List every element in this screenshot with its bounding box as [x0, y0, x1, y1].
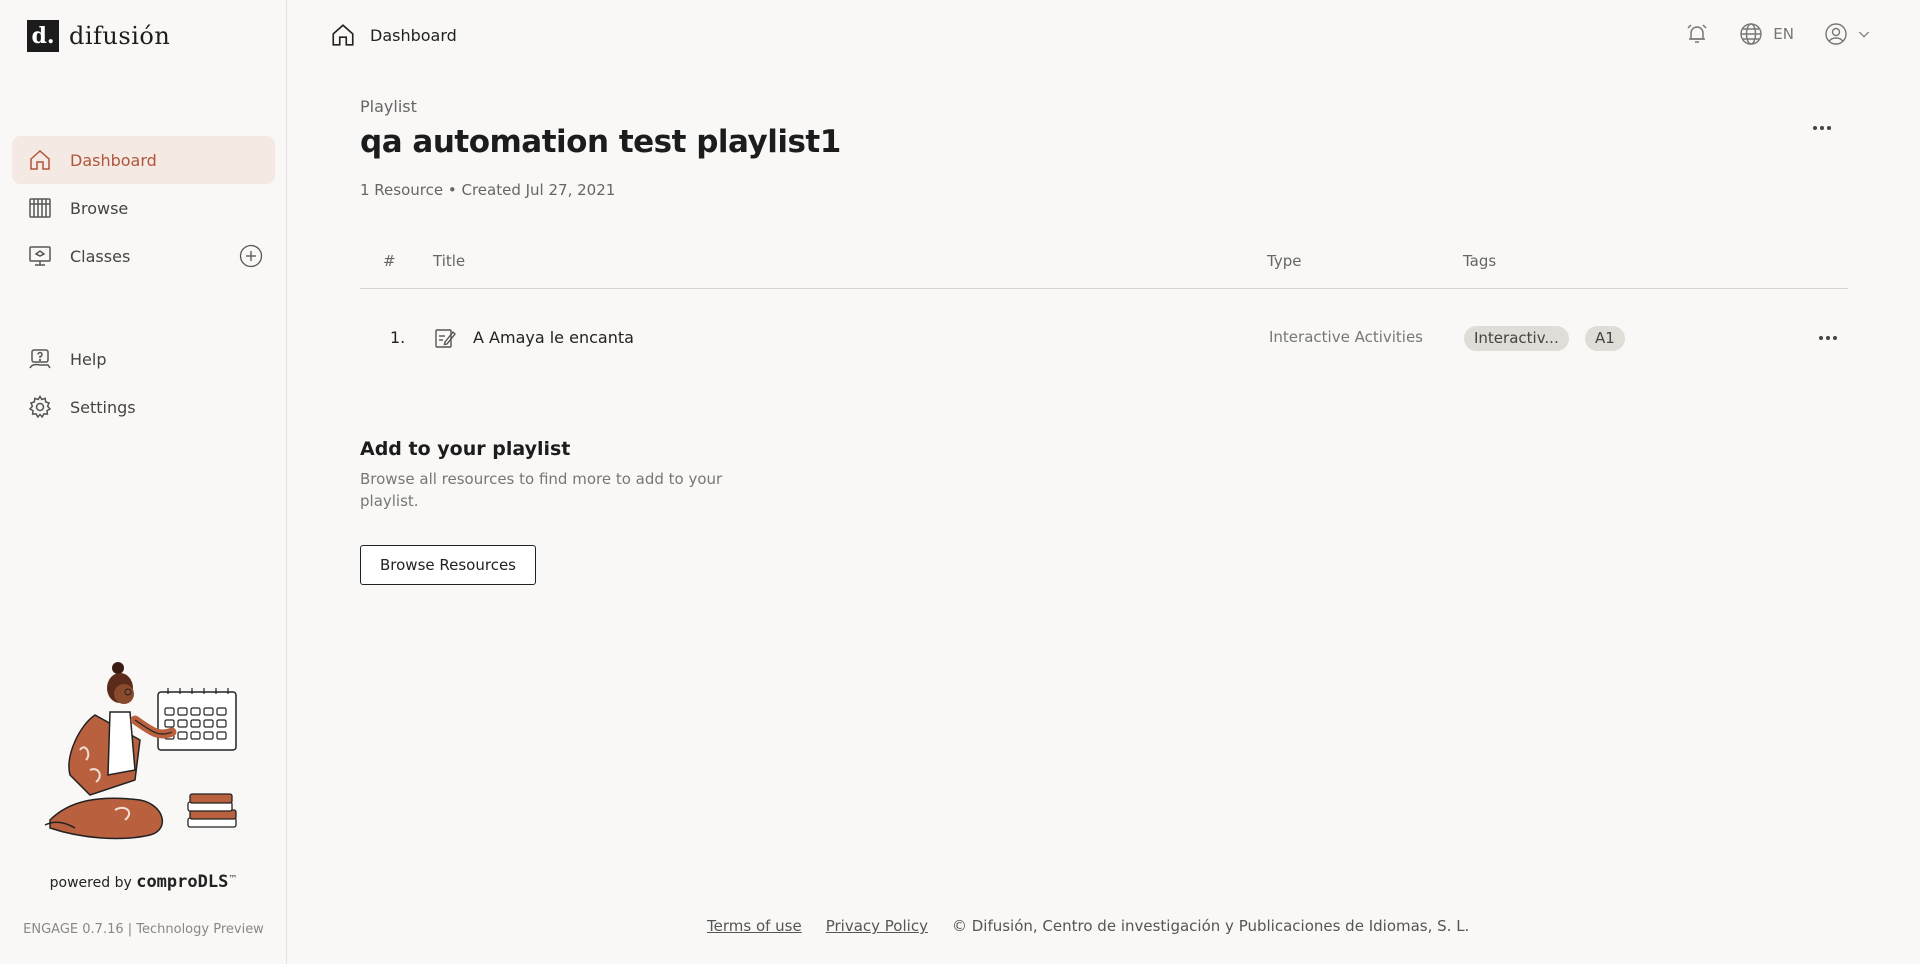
page-title: qa automation test playlist1: [360, 124, 841, 160]
sidebar-item-label: Help: [70, 349, 107, 369]
row-number: 1.: [390, 328, 406, 347]
classroom-icon: [29, 246, 51, 266]
user-avatar-icon: [1825, 23, 1847, 45]
section-label: Playlist: [360, 97, 417, 116]
sidebar-item-help[interactable]: Help: [12, 335, 275, 383]
footer: Terms of use Privacy Policy © Difusión, …: [707, 917, 1469, 935]
row-more-options-icon[interactable]: [1816, 326, 1840, 350]
account-menu[interactable]: [1824, 22, 1872, 46]
sidebar-item-label: Browse: [70, 198, 129, 218]
resource-title[interactable]: A Amaya le encanta: [473, 328, 634, 347]
home-icon[interactable]: [330, 22, 356, 48]
column-tags: Tags: [1463, 252, 1497, 270]
column-title: Title: [433, 252, 466, 270]
playlist-meta: 1 Resource • Created Jul 27, 2021: [360, 181, 616, 199]
tag-badge: A1: [1585, 326, 1625, 351]
column-type: Type: [1267, 252, 1302, 270]
language-selector[interactable]: EN: [1739, 22, 1794, 46]
sidebar-item-label: Dashboard: [70, 150, 157, 170]
sidebar: d. difusión Dashboard Browse Classes Hel…: [0, 0, 287, 964]
brand-logo[interactable]: d. difusión: [27, 20, 170, 52]
terms-link[interactable]: Terms of use: [707, 917, 802, 935]
sidebar-item-classes[interactable]: Classes: [12, 232, 275, 280]
powered-by: powered by comproDLS™: [0, 872, 287, 892]
language-code: EN: [1773, 25, 1794, 43]
more-options-icon[interactable]: [1810, 116, 1834, 140]
powered-tm: ™: [228, 874, 238, 885]
sidebar-item-settings[interactable]: Settings: [12, 383, 275, 431]
sidebar-item-browse[interactable]: Browse: [12, 184, 275, 232]
breadcrumb-current[interactable]: Dashboard: [370, 26, 457, 45]
help-icon: [29, 349, 51, 369]
home-icon: [30, 149, 50, 170]
brand-name: difusión: [69, 22, 171, 50]
powered-brand: comproDLS: [136, 872, 229, 892]
resource-type: Interactive Activities: [1269, 328, 1423, 346]
app-version: ENGAGE 0.7.16 | Technology Preview: [23, 922, 264, 937]
sidebar-item-dashboard[interactable]: Dashboard: [12, 136, 275, 184]
powered-prefix: powered by: [49, 875, 132, 891]
column-num: #: [383, 252, 396, 270]
brand-mark: d.: [27, 20, 59, 52]
topbar-actions: EN: [1685, 22, 1872, 46]
alarm-bell-icon[interactable]: [1685, 22, 1709, 46]
gear-icon: [28, 395, 52, 419]
browse-resources-button[interactable]: Browse Resources: [360, 545, 536, 585]
copyright-text: © Difusión, Centro de investigación y Pu…: [951, 917, 1470, 935]
add-class-icon[interactable]: [239, 244, 263, 268]
globe-icon: [1740, 23, 1762, 45]
library-icon: [29, 198, 51, 218]
teacher-illustration: [44, 662, 237, 840]
sidebar-item-label: Classes: [70, 246, 131, 266]
table-row[interactable]: 1. A Amaya le encanta Interactive Activi…: [360, 318, 1848, 358]
tag-badge: Interactiv...: [1464, 326, 1569, 351]
breadcrumb: Dashboard: [330, 22, 457, 48]
privacy-link[interactable]: Privacy Policy: [826, 917, 928, 935]
chevron-down-icon: [1858, 31, 1870, 38]
activity-edit-icon: [435, 329, 456, 348]
sidebar-item-label: Settings: [70, 397, 136, 417]
add-section-description: Browse all resources to find more to add…: [360, 470, 723, 510]
table-header: # Title Type Tags: [360, 250, 1848, 289]
add-section-title: Add to your playlist: [360, 438, 571, 460]
